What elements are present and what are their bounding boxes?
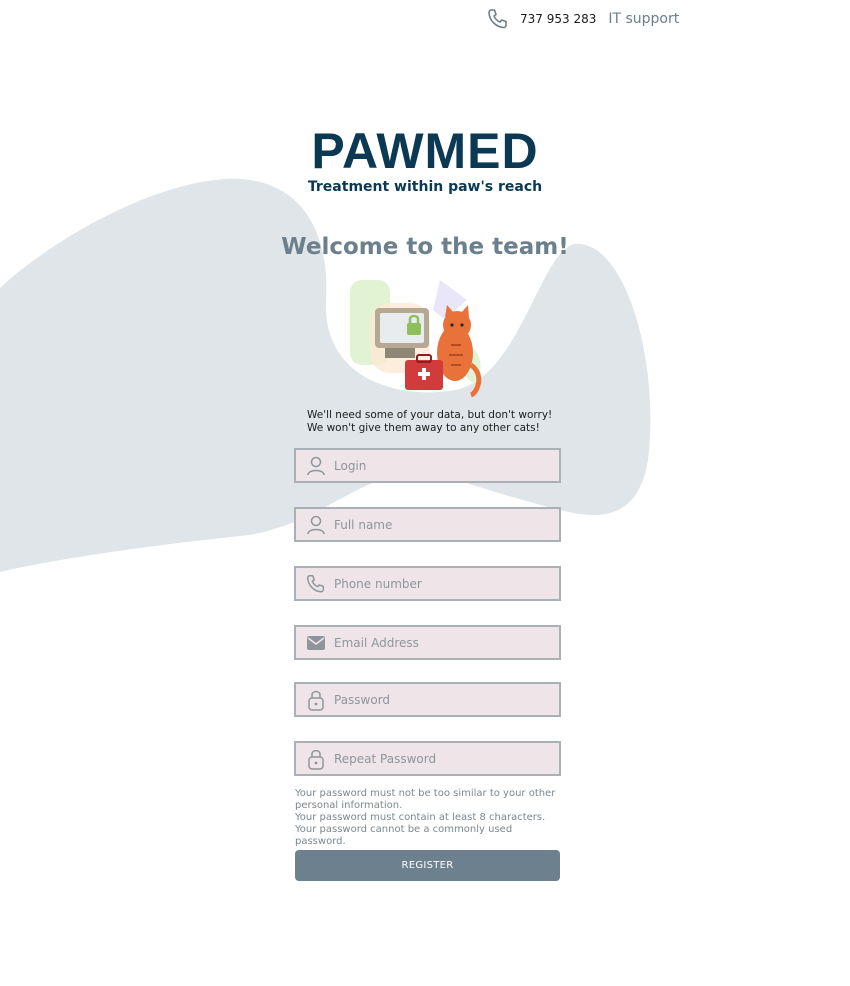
full-name-input[interactable] — [334, 509, 559, 540]
repeat-password-input[interactable] — [334, 743, 559, 774]
password-field — [294, 682, 561, 717]
lock-icon — [308, 749, 324, 770]
login-input[interactable] — [334, 450, 559, 481]
brand-tagline: Treatment within paw's reach — [307, 179, 543, 195]
password-input[interactable] — [334, 684, 559, 715]
password-rule: Your password must not be too similar to… — [295, 788, 556, 811]
envelope-icon — [307, 635, 325, 650]
login-field — [294, 448, 561, 483]
email-field — [294, 625, 561, 660]
user-icon — [307, 456, 325, 475]
intro-line-2: We won't give them away to any other cat… — [307, 422, 540, 434]
repeat-password-field — [294, 741, 561, 776]
register-button[interactable]: REGISTER — [295, 850, 560, 881]
intro-line-1: We'll need some of your data, but don't … — [307, 409, 553, 421]
phone-field — [294, 566, 561, 601]
full-name-field — [294, 507, 561, 542]
it-support-link[interactable]: IT support — [608, 11, 679, 27]
lock-icon — [308, 690, 324, 711]
phone-icon — [307, 574, 325, 593]
user-icon — [307, 515, 325, 534]
email-input[interactable] — [334, 627, 559, 658]
password-rule: Your password must contain at least 8 ch… — [295, 812, 546, 823]
welcome-heading: Welcome to the team! — [281, 234, 569, 260]
phone-icon — [488, 9, 507, 29]
brand-title: PAWMED — [311, 123, 539, 179]
cat-computer-illustration — [350, 280, 482, 398]
support-phone-number: 737 953 283 — [520, 12, 597, 26]
phone-input[interactable] — [334, 568, 559, 599]
password-rule: Your password cannot be a commonly used … — [295, 824, 513, 847]
password-requirements: Your password must not be too similar to… — [295, 788, 565, 848]
top-contact-bar: 737 953 283 IT support — [486, 8, 679, 30]
intro-text: We'll need some of your data, but don't … — [307, 409, 567, 435]
